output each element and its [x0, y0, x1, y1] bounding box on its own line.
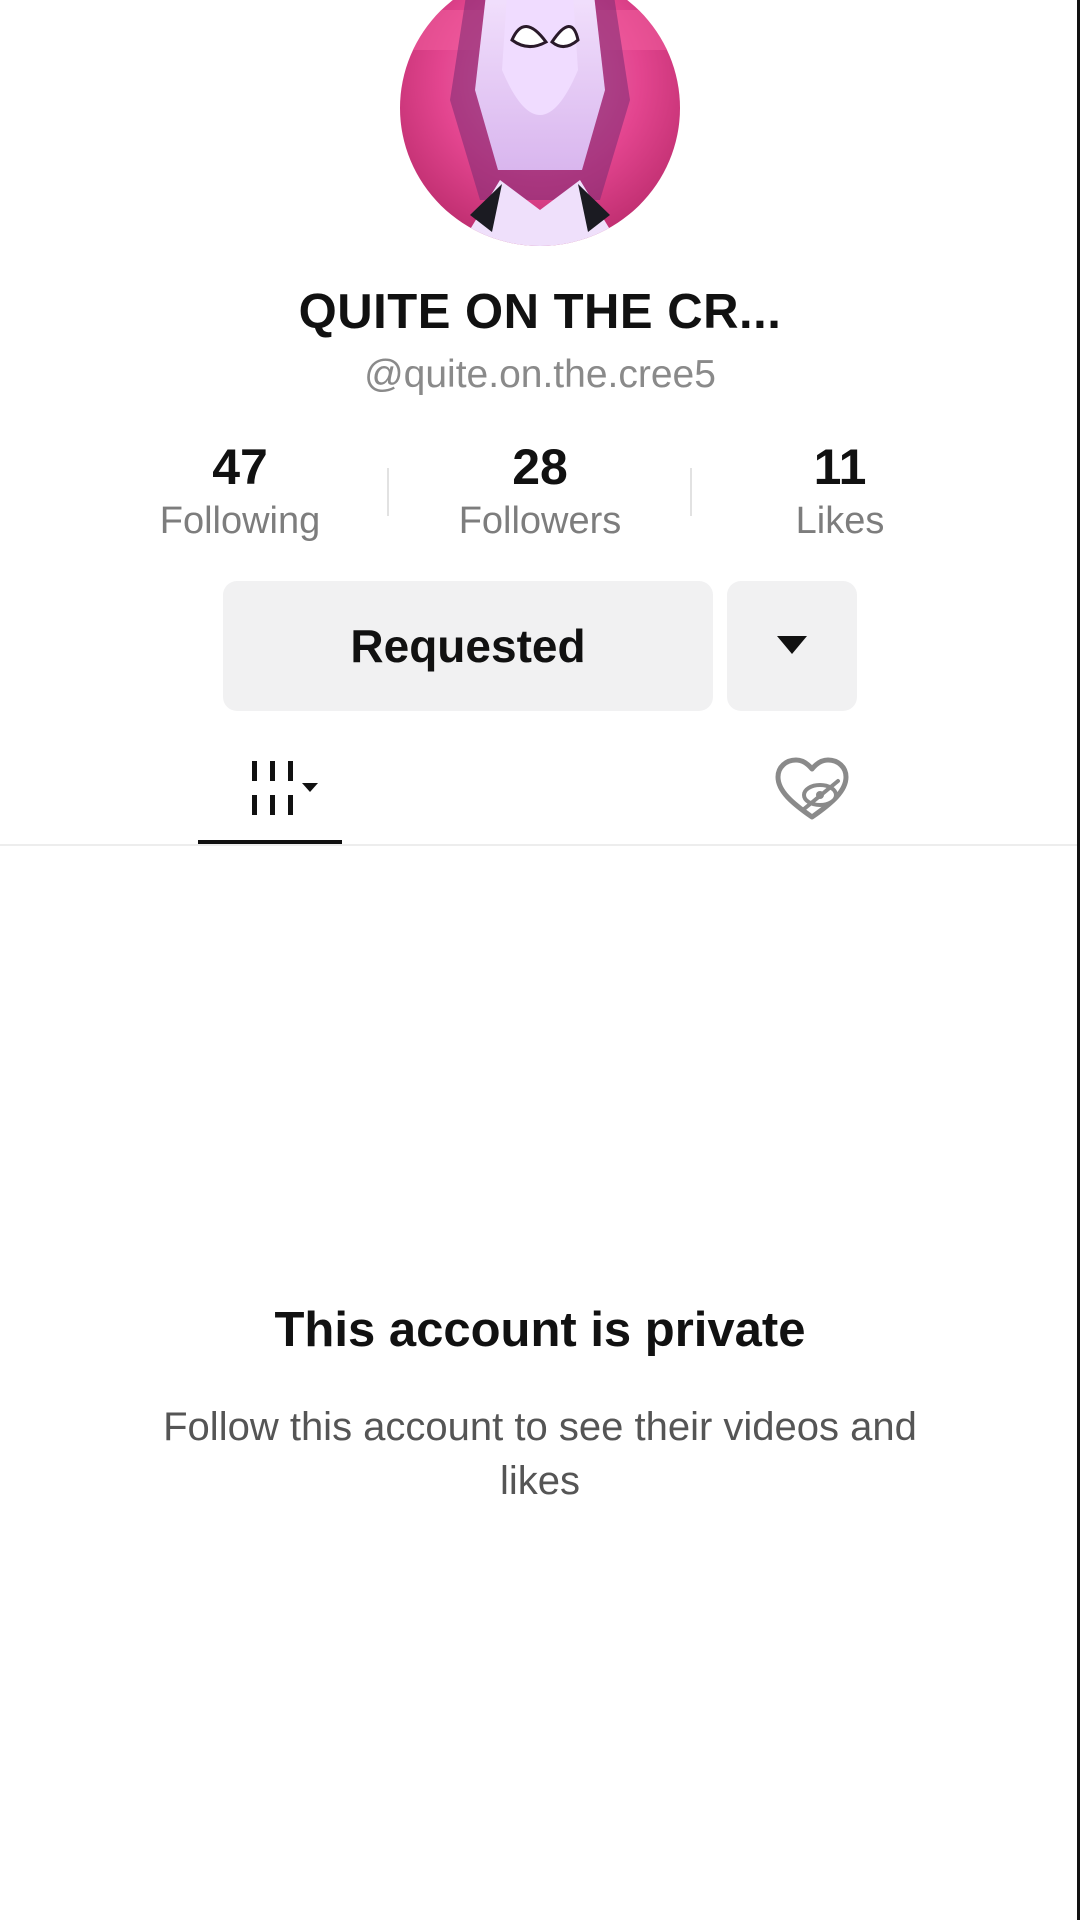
tab-dropdown-caret — [302, 783, 318, 792]
tabs-divider — [0, 844, 1080, 846]
stat-following[interactable]: 47 Following — [110, 438, 370, 544]
profile-tabs — [0, 740, 1080, 846]
stat-likes[interactable]: 11 Likes — [710, 438, 970, 544]
tab-videos[interactable] — [198, 740, 342, 840]
profile-stats: 47 Following 28 Followers 11 Likes — [0, 438, 1080, 548]
grid-icon — [252, 761, 318, 815]
stat-divider — [387, 468, 389, 516]
private-account-title: This account is private — [274, 1303, 806, 1357]
following-count: 47 — [212, 439, 268, 495]
stat-divider — [690, 468, 692, 516]
caret-down-icon — [777, 636, 807, 654]
hidden-heart-icon — [775, 757, 849, 820]
likes-count: 11 — [813, 439, 867, 495]
private-account-description: Follow this account to see their videos … — [163, 1405, 917, 1503]
followers-label: Followers — [458, 500, 622, 542]
requested-button[interactable]: Requested — [223, 581, 713, 711]
likes-label: Likes — [795, 500, 885, 542]
more-options-button[interactable] — [727, 581, 857, 711]
avatar-image — [400, 0, 680, 246]
tab-liked-videos[interactable] — [740, 740, 884, 840]
profile-display-name: QUITE ON THE CR... — [298, 285, 782, 339]
following-label: Following — [159, 500, 321, 542]
profile-screen: QUITE ON THE CR... @quite.on.the.cree5 4… — [0, 0, 1080, 1920]
followers-count: 28 — [512, 439, 568, 495]
profile-avatar[interactable] — [400, 0, 680, 246]
profile-username: @quite.on.the.cree5 — [364, 353, 716, 396]
stat-followers[interactable]: 28 Followers — [410, 438, 670, 544]
